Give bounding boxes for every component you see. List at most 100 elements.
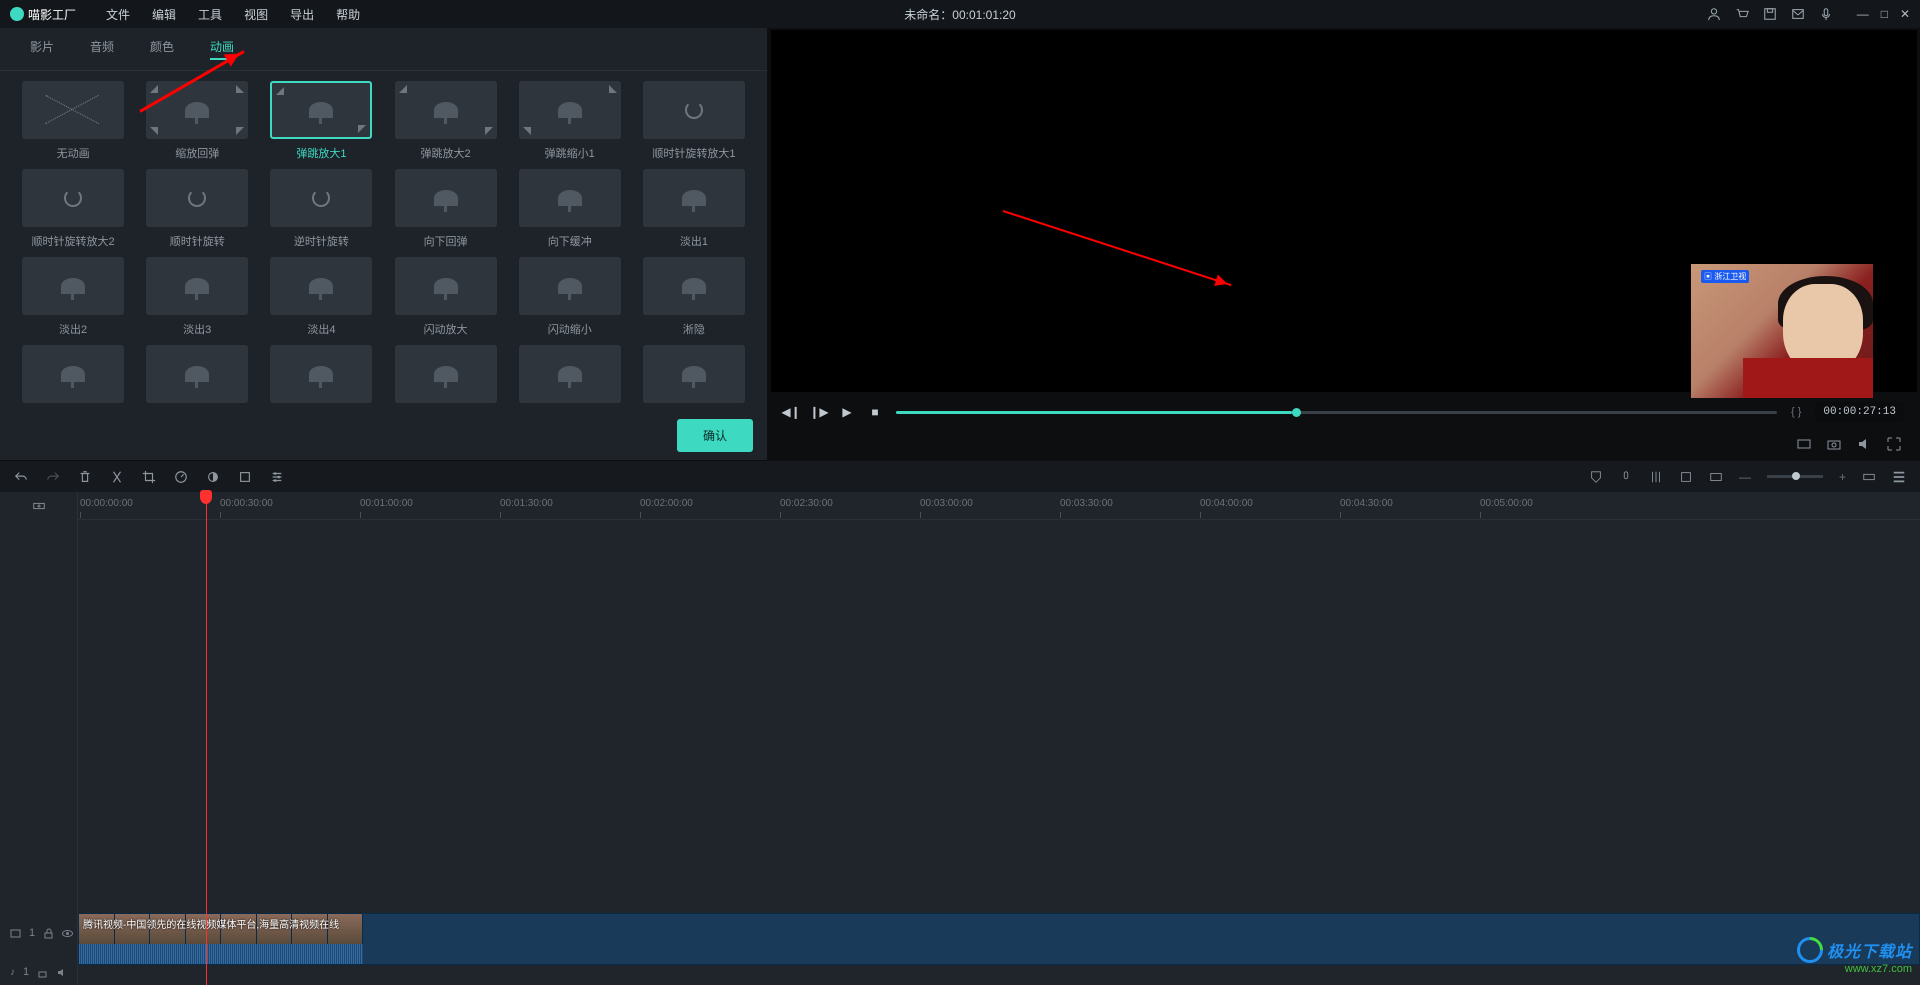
- effect-item[interactable]: 闪动缩小: [513, 257, 627, 337]
- color-icon[interactable]: [206, 470, 220, 484]
- effect-item[interactable]: 翻转4: [388, 345, 502, 411]
- effect-item[interactable]: 顺时针旋转: [140, 169, 254, 249]
- tab-color[interactable]: 颜色: [150, 38, 174, 60]
- effect-item[interactable]: 闪动放大: [388, 257, 502, 337]
- speaker-icon[interactable]: [56, 967, 67, 978]
- effect-item[interactable]: 弹跳缩小1: [513, 81, 627, 161]
- preview-viewport: ▣ 浙江卫视: [771, 30, 1917, 392]
- snapshot-icon[interactable]: [1826, 436, 1842, 452]
- menu-export[interactable]: 导出: [290, 6, 314, 23]
- effect-item[interactable]: 向下回弹: [388, 169, 502, 249]
- menu-view[interactable]: 视图: [244, 6, 268, 23]
- stop-button[interactable]: ■: [868, 405, 882, 419]
- marker-icon[interactable]: [1679, 470, 1693, 484]
- effect-item[interactable]: 向下缓冲: [513, 169, 627, 249]
- effect-item[interactable]: 淡出1: [637, 169, 751, 249]
- split-icon[interactable]: [110, 470, 124, 484]
- redo-icon[interactable]: [46, 470, 60, 484]
- effect-item[interactable]: 淡出2: [16, 257, 130, 337]
- video-track[interactable]: 腾讯视频-中国领先的在线视频媒体平台,海量高清视频在线: [78, 913, 1920, 965]
- timeline-toolbar: — +: [0, 460, 1920, 492]
- audio-track[interactable]: [78, 965, 1920, 985]
- user-icon[interactable]: [1707, 7, 1721, 21]
- effect-item[interactable]: 翻转1: [16, 345, 130, 411]
- ruler-tick: 00:02:00:00: [640, 498, 693, 509]
- effect-item[interactable]: 淡出4: [264, 257, 378, 337]
- effect-item[interactable]: 逆时针旋转: [264, 169, 378, 249]
- effect-item-selected[interactable]: 弹跳放大1: [264, 81, 378, 161]
- delete-icon[interactable]: [78, 470, 92, 484]
- effect-item[interactable]: 淡出3: [140, 257, 254, 337]
- titlebar: 喵影工厂 文件 编辑 工具 视图 导出 帮助 未命名：00:01:01:20 —…: [0, 0, 1920, 28]
- add-track-icon[interactable]: [32, 499, 46, 513]
- effect-label: 向下回弹: [424, 233, 468, 249]
- video-clip[interactable]: 腾讯视频-中国领先的在线视频媒体平台,海量高清视频在线: [79, 914, 363, 964]
- zoom-fit-icon[interactable]: [1862, 470, 1876, 484]
- empty-track-area[interactable]: [78, 520, 1920, 913]
- effect-label: 闪动缩小: [548, 321, 592, 337]
- ruler-tick: 00:03:30:00: [1060, 498, 1113, 509]
- mixer-icon[interactable]: [1649, 470, 1663, 484]
- effect-item[interactable]: 翻滚放大: [513, 345, 627, 411]
- manage-tracks-icon[interactable]: [1892, 470, 1906, 484]
- effect-item[interactable]: 顺时针旋转放大1: [637, 81, 751, 161]
- prev-frame-button[interactable]: ◀❙: [784, 405, 798, 419]
- lock-icon[interactable]: [37, 967, 48, 978]
- effect-item[interactable]: 无动画: [16, 81, 130, 161]
- effect-item[interactable]: 顺时针旋转放大2: [16, 169, 130, 249]
- voiceover-icon[interactable]: [1619, 470, 1633, 484]
- volume-icon[interactable]: [1856, 436, 1872, 452]
- effect-label: 顺时针旋转: [170, 233, 225, 249]
- speed-icon[interactable]: [174, 470, 188, 484]
- effect-item[interactable]: 翻转3: [264, 345, 378, 411]
- ruler-tick: 00:01:00:00: [360, 498, 413, 509]
- effect-label: 淡出3: [183, 321, 211, 337]
- effect-item[interactable]: 翻转2: [140, 345, 254, 411]
- app-logo: 喵影工厂: [10, 6, 76, 23]
- play-button[interactable]: ▶: [840, 405, 854, 419]
- audio-track-num: 1: [23, 966, 29, 978]
- undo-icon[interactable]: [14, 470, 28, 484]
- maximize-button[interactable]: □: [1881, 7, 1888, 21]
- audio-track-header: ♪ 1: [0, 959, 77, 985]
- watermark: 极光下载站 www.xz7.com: [1797, 937, 1912, 975]
- mail-icon[interactable]: [1791, 7, 1805, 21]
- eye-icon[interactable]: [62, 928, 73, 939]
- tab-video[interactable]: 影片: [30, 38, 54, 60]
- cart-icon[interactable]: [1735, 7, 1749, 21]
- save-icon[interactable]: [1763, 7, 1777, 21]
- effect-item[interactable]: 缩放回弹: [140, 81, 254, 161]
- greenscreen-icon[interactable]: [238, 470, 252, 484]
- time-ruler[interactable]: 00:00:00:00 00:00:30:00 00:01:00:00 00:0…: [78, 492, 1920, 520]
- seek-bar[interactable]: [896, 411, 1777, 414]
- braces-display: { }: [1791, 406, 1801, 418]
- confirm-button[interactable]: 确认: [677, 419, 753, 452]
- effect-item[interactable]: 弹跳放大2: [388, 81, 502, 161]
- ruler-tick: 00:00:00:00: [80, 498, 133, 509]
- detach-icon[interactable]: [1796, 436, 1812, 452]
- effect-label: 弹跳放大2: [421, 145, 471, 161]
- ruler-tick: 00:03:00:00: [920, 498, 973, 509]
- marker-shield-icon[interactable]: [1589, 470, 1603, 484]
- effect-item[interactable]: 缩放2: [637, 345, 751, 411]
- close-button[interactable]: ✕: [1900, 7, 1910, 21]
- lock-icon[interactable]: [43, 928, 54, 939]
- menu-edit[interactable]: 编辑: [152, 6, 176, 23]
- fullscreen-icon[interactable]: [1886, 436, 1902, 452]
- zoom-slider[interactable]: [1767, 475, 1823, 478]
- crop-icon[interactable]: [142, 470, 156, 484]
- menu-tools[interactable]: 工具: [198, 6, 222, 23]
- watermark-text: 极光下载站: [1827, 938, 1912, 962]
- menu-file[interactable]: 文件: [106, 6, 130, 23]
- tab-audio[interactable]: 音频: [90, 38, 114, 60]
- playhead[interactable]: [206, 492, 207, 985]
- effect-item[interactable]: 淅隐: [637, 257, 751, 337]
- effect-label: 淡出1: [680, 233, 708, 249]
- render-icon[interactable]: [1709, 470, 1723, 484]
- minimize-button[interactable]: —: [1857, 7, 1869, 21]
- adjust-icon[interactable]: [270, 470, 284, 484]
- timeline-body[interactable]: 00:00:00:00 00:00:30:00 00:01:00:00 00:0…: [78, 492, 1920, 985]
- menu-help[interactable]: 帮助: [336, 6, 360, 23]
- next-frame-button[interactable]: ❙▶: [812, 405, 826, 419]
- mic-icon[interactable]: [1819, 7, 1833, 21]
